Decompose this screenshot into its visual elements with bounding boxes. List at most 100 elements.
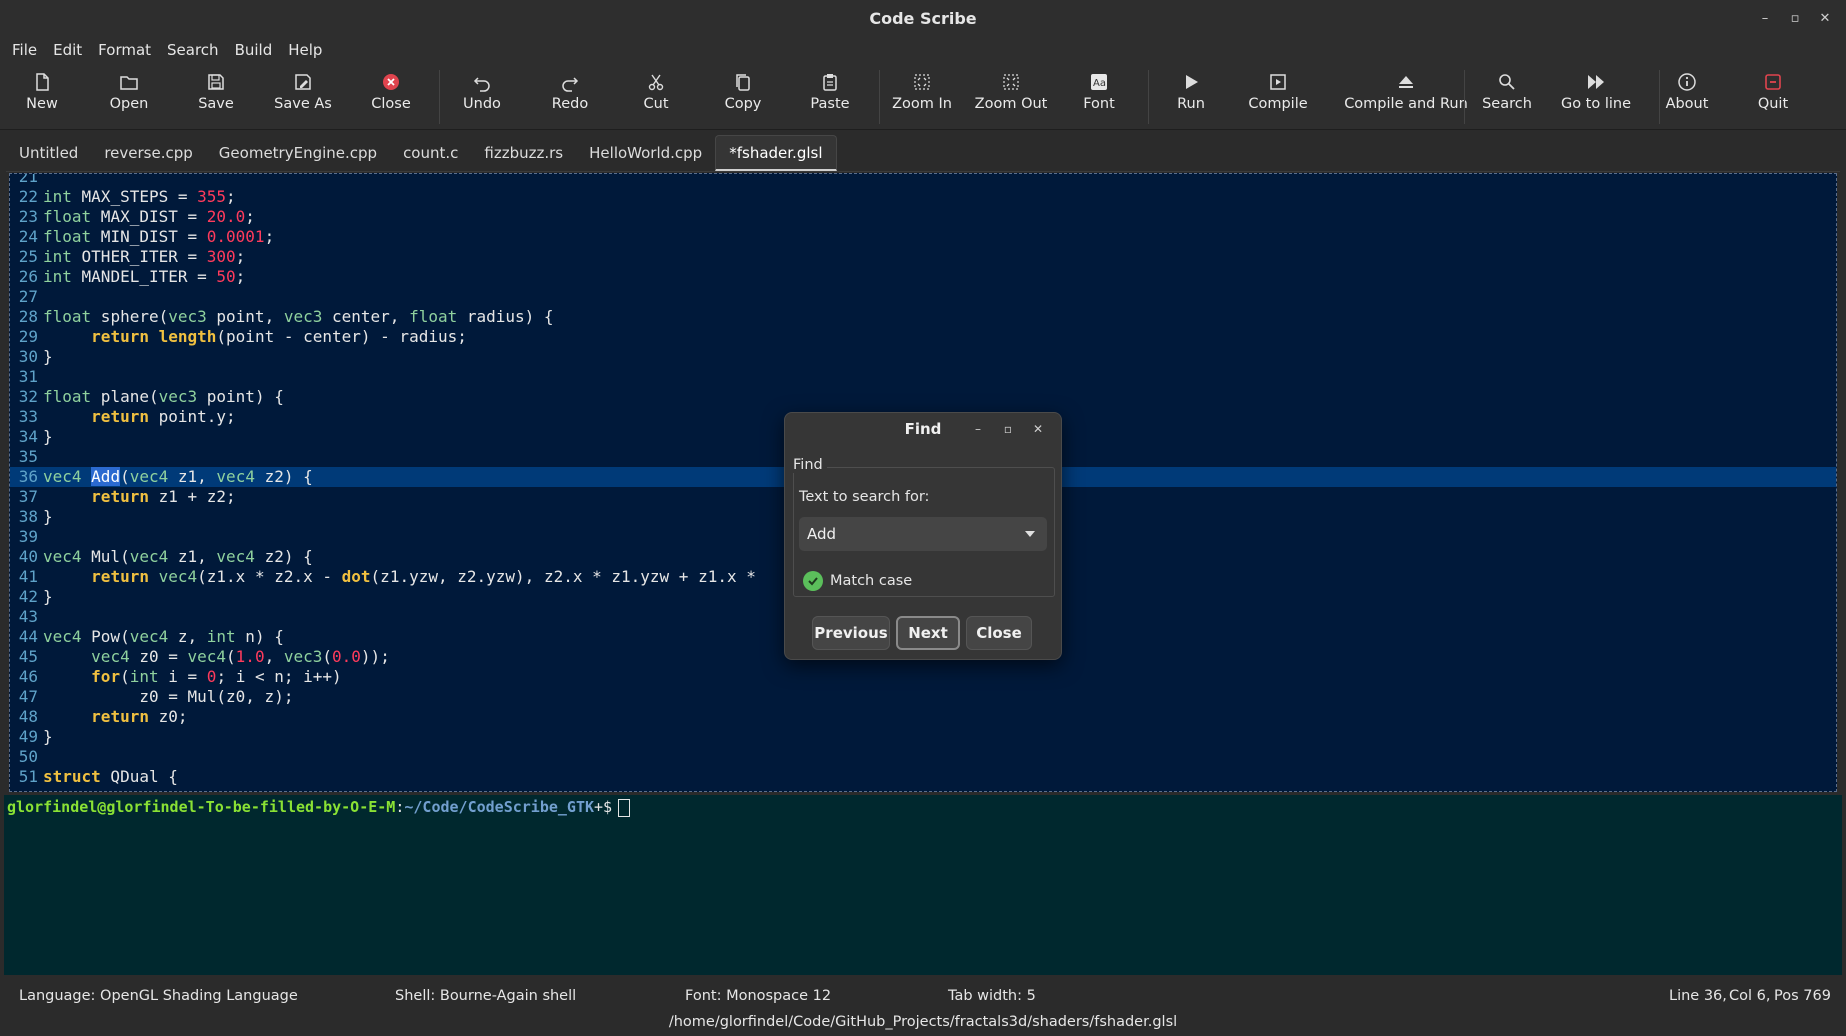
code-token: vec4 (43, 467, 82, 486)
zoom-in-button[interactable]: Zoom In (892, 72, 952, 124)
code-token: float (43, 387, 92, 406)
code-token: 0.0 (332, 647, 361, 666)
previous-button[interactable]: Previous (812, 616, 890, 650)
redo-icon (562, 77, 579, 92)
code-token: i = (158, 667, 207, 686)
code-line[interactable]: 49} (10, 727, 1836, 747)
copy-button[interactable]: Copy (722, 72, 764, 124)
code-token: ; (235, 267, 246, 286)
menu-help[interactable]: Help (280, 41, 330, 59)
close-button[interactable]: Close (370, 72, 412, 124)
search-button[interactable]: Search (1482, 72, 1532, 124)
code-line[interactable]: 23 float MAX_DIST = 20.0; (10, 207, 1836, 227)
code-line[interactable]: 47 z0 = Mul(z0, z); (10, 687, 1836, 707)
undo-button[interactable]: Undo (462, 72, 502, 124)
search-combo[interactable]: Add (799, 517, 1047, 551)
code-token: (z1.x * z2.x - (197, 567, 342, 586)
close-window-icon[interactable]: ✕ (1810, 8, 1840, 28)
code-line[interactable]: 32 float plane(vec3 point) { (10, 387, 1836, 407)
maximize-icon[interactable]: ▫ (1780, 8, 1810, 28)
line-number: 44 (18, 627, 38, 646)
save-icon (208, 74, 224, 90)
tab-helloworld-cpp[interactable]: HelloWorld.cpp (576, 135, 715, 171)
tab-count-c[interactable]: count.c (390, 135, 471, 171)
tab-geometryengine-cpp[interactable]: GeometryEngine.cpp (206, 135, 390, 171)
code-line[interactable]: 48 return z0; (10, 707, 1836, 727)
quit-button[interactable]: Quit (1755, 72, 1791, 124)
window-title: Code Scribe (869, 8, 977, 28)
tab-fizzbuzz-rs[interactable]: fizzbuzz.rs (471, 135, 576, 171)
terminal[interactable]: glorfindel@glorfindel-To-be-filled-by-O-… (4, 795, 1842, 975)
code-line[interactable]: 27 (10, 287, 1836, 307)
terminal-user: glorfindel@glorfindel-To-be-filled-by-O-… (7, 798, 396, 816)
new-button[interactable]: New (20, 72, 64, 124)
toolbar-separator (879, 70, 880, 124)
code-line[interactable]: 25 int OTHER_ITER = 300; (10, 247, 1836, 267)
terminal-prompt-symbol: +$ (594, 798, 613, 816)
scissors-icon (648, 74, 664, 91)
minimize-icon[interactable]: – (1750, 8, 1780, 28)
dialog-maximize-icon[interactable]: ▫ (993, 421, 1023, 437)
line-number: 27 (18, 287, 38, 306)
menu-build[interactable]: Build (227, 41, 281, 59)
code-token: z0 = (129, 647, 188, 666)
code-line[interactable]: 50 (10, 747, 1836, 767)
about-button[interactable]: About (1664, 72, 1710, 124)
toolbar-separator (1659, 70, 1660, 124)
menu-edit[interactable]: Edit (45, 41, 90, 59)
code-token: ; i < n; i++) (216, 667, 342, 686)
code-line[interactable]: 28 float sphere(vec3 point, vec3 center, … (10, 307, 1836, 327)
info-icon (1678, 73, 1696, 91)
menu-search[interactable]: Search (159, 41, 227, 59)
compile-button[interactable]: Compile (1248, 72, 1308, 124)
dialog-close-button[interactable]: Close (966, 616, 1032, 650)
zoom-out-button[interactable]: Zoom Out (975, 72, 1047, 124)
font-button[interactable]: Aa Font (1080, 72, 1118, 124)
line-number: 45 (18, 647, 38, 666)
line-number: 24 (18, 227, 38, 246)
menu-file[interactable]: File (4, 41, 45, 59)
code-token: int (43, 187, 72, 206)
chevron-down-icon[interactable] (1025, 531, 1035, 537)
code-token: 0 (206, 667, 217, 686)
code-token: (point - center) - radius; (216, 327, 467, 346)
dialog-minimize-icon[interactable]: – (963, 421, 993, 437)
code-line[interactable]: 24 float MIN_DIST = 0.0001; (10, 227, 1836, 247)
code-line[interactable]: 21 (10, 174, 1836, 187)
code-token: , (264, 647, 284, 666)
next-button[interactable]: Next (896, 616, 960, 650)
code-line[interactable]: 26 int MANDEL_ITER = 50; (10, 267, 1836, 287)
search-input[interactable]: Add (807, 525, 836, 543)
dialog-close-icon[interactable]: ✕ (1023, 421, 1053, 437)
toolbar-separator (439, 70, 440, 124)
code-token: 50 (216, 267, 236, 286)
search-icon (1499, 74, 1515, 90)
code-line[interactable]: 29 return length(point - center) - radiu… (10, 327, 1836, 347)
save-as-button[interactable]: Save As (272, 72, 334, 124)
tab-reverse-cpp[interactable]: reverse.cpp (91, 135, 205, 171)
go-to-line-button[interactable]: Go to line (1561, 72, 1631, 124)
match-case-checkbox[interactable]: Match case (803, 571, 912, 591)
code-line[interactable]: 51 struct QDual { (10, 767, 1836, 787)
tab-untitled[interactable]: Untitled (6, 135, 91, 171)
code-line[interactable]: 31 (10, 367, 1836, 387)
open-button[interactable]: Open (106, 72, 152, 124)
run-button[interactable]: Run (1175, 72, 1207, 124)
save-button[interactable]: Save (195, 72, 237, 124)
code-token: ( (120, 667, 130, 686)
code-token: QDual { (100, 767, 178, 786)
menu-format[interactable]: Format (90, 41, 159, 59)
tab-fshader-glsl[interactable]: *fshader.glsl (715, 135, 837, 171)
code-line[interactable]: 46 for(int i = 0; i < n; i++) (10, 667, 1836, 687)
line-number: 50 (18, 747, 38, 766)
paste-button[interactable]: Paste (808, 72, 852, 124)
cut-button[interactable]: Cut (640, 72, 672, 124)
code-token: length (158, 327, 217, 346)
code-token: } (43, 347, 53, 366)
code-line[interactable]: 30} (10, 347, 1836, 367)
code-token: } (43, 427, 53, 446)
code-line[interactable]: 22 int MAX_STEPS = 355; (10, 187, 1836, 207)
compile-and-run-button[interactable]: Compile and Run (1332, 72, 1480, 124)
redo-button[interactable]: Redo (550, 72, 590, 124)
